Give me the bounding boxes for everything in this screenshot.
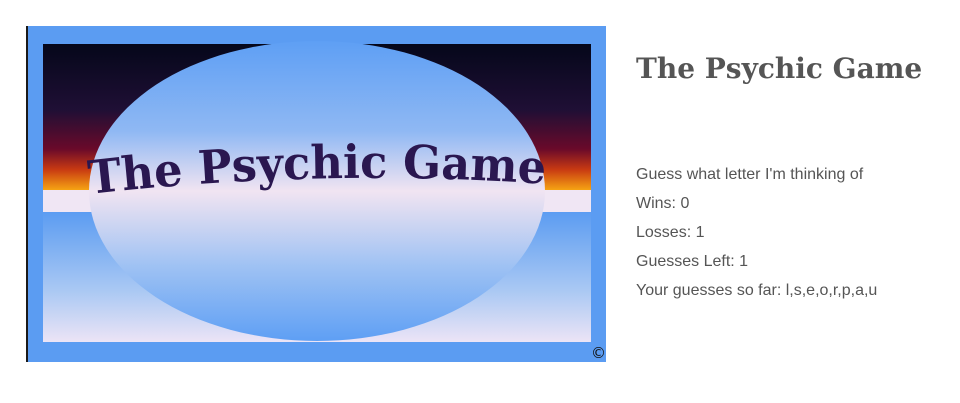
copyright-mark: © — [591, 344, 606, 362]
losses-label: Losses: — [636, 224, 696, 241]
wins-label: Wins: — [636, 195, 681, 212]
guesses-so-far: Your guesses so far: l,s,e,o,r,p,a,u — [636, 276, 877, 305]
losses-counter: Losses: 1 — [636, 218, 877, 247]
guesses-left-counter: Guesses Left: 1 — [636, 247, 877, 276]
instruction-text: Guess what letter I'm thinking of — [636, 166, 864, 183]
losses-value: 1 — [695, 224, 705, 241]
guesses-so-far-label: Your guesses so far: — [636, 282, 786, 299]
guesses-so-far-value: l,s,e,o,r,p,a,u — [785, 282, 878, 299]
guesses-left-value: 1 — [739, 253, 749, 270]
game-banner-image: The Psychic Game © — [26, 26, 606, 362]
wins-value: 0 — [680, 195, 690, 212]
game-stats-panel: Guess what letter I'm thinking of Wins: … — [636, 160, 877, 305]
page-title: The Psychic Game — [636, 52, 923, 85]
guesses-left-label: Guesses Left: — [636, 253, 740, 270]
wins-counter: Wins: 0 — [636, 189, 877, 218]
